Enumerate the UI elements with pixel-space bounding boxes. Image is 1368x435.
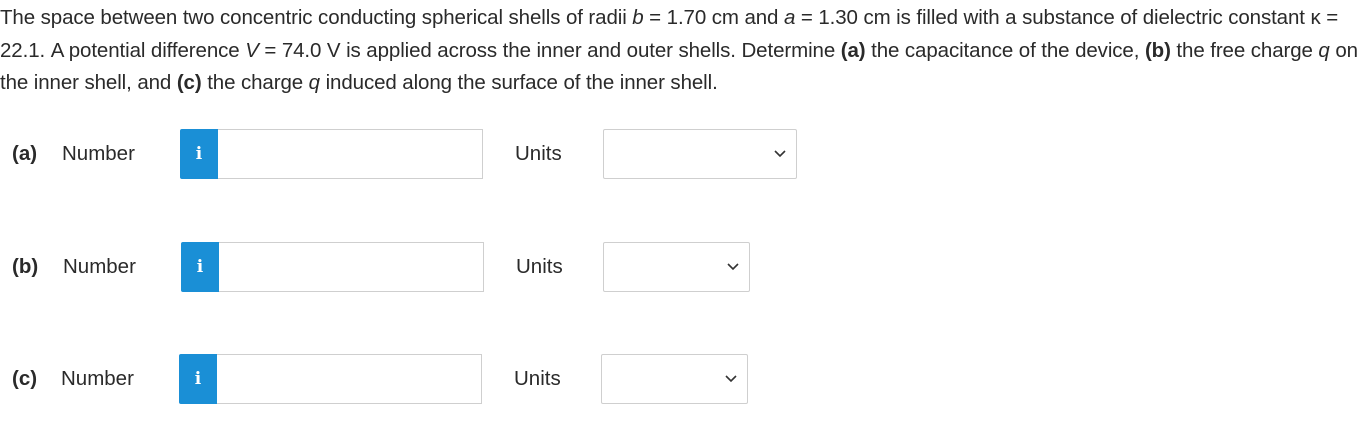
var-v: V xyxy=(245,38,259,62)
number-label: Number xyxy=(63,255,136,278)
chevron-down-icon xyxy=(727,263,739,271)
problem-text: the charge xyxy=(201,71,309,94)
var-q: q xyxy=(1318,38,1330,62)
number-input-b[interactable] xyxy=(219,242,484,292)
units-select-b[interactable] xyxy=(603,242,750,292)
problem-text: induced along the surface of the inner s… xyxy=(319,71,718,94)
part-label: (a) xyxy=(12,142,38,165)
number-input-a[interactable] xyxy=(218,129,483,179)
problem-text: = 1.70 cm and xyxy=(643,6,784,29)
units-label: Units xyxy=(515,142,562,165)
info-icon[interactable]: i xyxy=(179,354,217,404)
part-label: (c) xyxy=(12,367,38,390)
var-a: a xyxy=(783,6,796,29)
part-b-ref: (b) xyxy=(1144,38,1171,62)
number-label: Number xyxy=(61,367,134,390)
number-label: Number xyxy=(62,142,135,165)
info-icon[interactable]: i xyxy=(180,129,218,179)
chevron-down-icon xyxy=(774,150,786,158)
part-c-ref: (c) xyxy=(176,71,202,94)
problem-text: the free charge xyxy=(1170,38,1319,62)
number-input-c[interactable] xyxy=(217,354,482,404)
info-icon[interactable]: i xyxy=(181,242,219,292)
answer-row-a: (a) Number i Units xyxy=(0,129,1000,179)
var-b: b xyxy=(632,6,644,29)
units-label: Units xyxy=(514,367,561,390)
units-select-a[interactable] xyxy=(603,129,797,179)
var-q: q xyxy=(308,71,320,94)
answer-row-c: (c) Number i Units xyxy=(0,354,1000,404)
problem-text: the capacitance of the device, xyxy=(865,38,1145,62)
units-select-c[interactable] xyxy=(601,354,748,404)
part-label: (b) xyxy=(12,255,39,278)
problem-text: The space between two concentric conduct… xyxy=(0,6,633,29)
problem-statement: The space between two concentric conduct… xyxy=(0,2,1366,100)
chevron-down-icon xyxy=(725,375,737,383)
part-a-ref: (a) xyxy=(840,38,866,62)
problem-text: = 74.0 V is applied across the inner and… xyxy=(258,38,841,62)
answer-row-b: (b) Number i Units xyxy=(0,242,1000,292)
units-label: Units xyxy=(516,255,563,278)
